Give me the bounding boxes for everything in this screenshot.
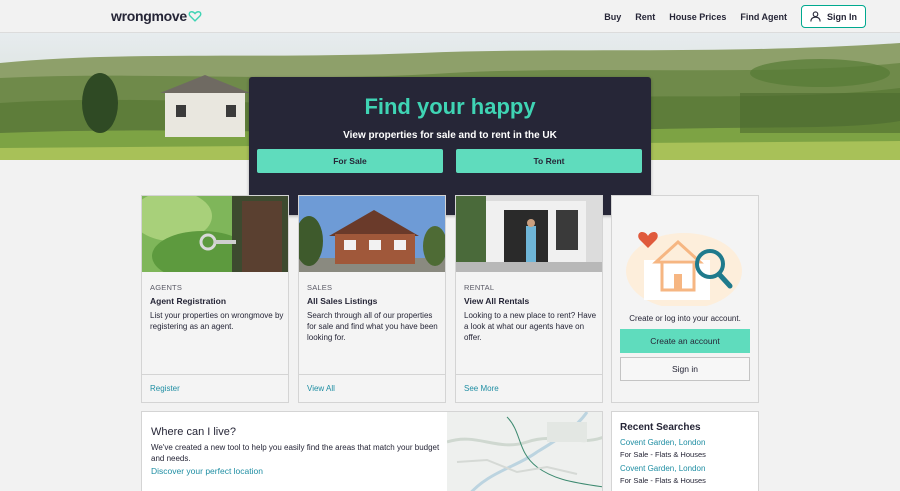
register-link[interactable]: Register	[150, 384, 180, 393]
account-card: Create or log into your account. Create …	[611, 195, 759, 403]
key-in-door-image	[142, 196, 288, 272]
house-search-illustration	[626, 232, 742, 306]
recent-search-location[interactable]: Covent Garden, London	[620, 464, 706, 473]
see-more-link[interactable]: See More	[464, 384, 499, 393]
hero-title: Find your happy	[364, 94, 536, 119]
card-image-house	[299, 196, 445, 272]
user-icon	[810, 11, 821, 22]
card-description: List your properties on wrongmove by reg…	[150, 311, 284, 331]
nav-house-prices[interactable]: House Prices	[669, 12, 726, 22]
card-footer: See More	[456, 374, 602, 402]
rental-card: RENTAL View All Rentals Looking to a new…	[455, 195, 603, 403]
where-can-i-live-panel: Where can I live? We've created a new to…	[141, 411, 603, 491]
card-footer: View All	[299, 374, 445, 402]
where-description: We've created a new tool to help you eas…	[151, 443, 440, 463]
to-rent-button[interactable]: To Rent	[456, 149, 642, 173]
logo[interactable]: wrongmove	[111, 8, 202, 24]
card-footer: Register	[142, 374, 288, 402]
map-thumbnail	[447, 412, 602, 491]
view-all-link[interactable]: View All	[307, 384, 335, 393]
discover-location-link[interactable]: Discover your perfect location	[151, 466, 263, 476]
brick-house-image	[299, 196, 445, 272]
recent-search-type: For Sale - Flats & Houses	[620, 476, 706, 485]
sales-card: SALES All Sales Listings Search through …	[298, 195, 446, 403]
heart-logo-icon	[188, 11, 202, 22]
card-category: SALES	[307, 283, 333, 292]
recent-search-location[interactable]: Covent Garden, London	[620, 438, 706, 447]
card-category: AGENTS	[150, 283, 183, 292]
agents-card: AGENTS Agent Registration List your prop…	[141, 195, 289, 403]
recent-search-item[interactable]: Covent Garden, London For Sale - Flats &…	[620, 464, 706, 485]
card-title: Agent Registration	[150, 296, 227, 306]
nav-find-agent[interactable]: Find Agent	[740, 12, 787, 22]
card-description: Search through all of our properties for…	[307, 311, 438, 342]
nav-buy[interactable]: Buy	[604, 12, 621, 22]
recent-search-type: For Sale - Flats & Houses	[620, 450, 706, 459]
recent-search-item[interactable]: Covent Garden, London For Sale - Flats &…	[620, 438, 706, 459]
main-nav: Buy Rent House Prices Find Agent Sign In	[604, 5, 866, 28]
modern-house-image	[456, 196, 602, 272]
account-prompt: Create or log into your account.	[629, 314, 741, 323]
create-account-button[interactable]: Create an account	[620, 329, 750, 353]
card-image-key	[142, 196, 288, 272]
recent-searches-title: Recent Searches	[620, 422, 701, 433]
card-title: View All Rentals	[464, 296, 530, 306]
nav-rent[interactable]: Rent	[635, 12, 655, 22]
site-header: wrongmove Buy Rent House Prices Find Age…	[0, 0, 900, 33]
recent-searches-panel: Recent Searches Covent Garden, London Fo…	[611, 411, 759, 491]
logo-text: wrongmove	[111, 8, 187, 24]
for-sale-button[interactable]: For Sale	[257, 149, 443, 173]
signin-label: Sign In	[827, 11, 857, 22]
card-category: RENTAL	[464, 283, 495, 292]
card-title: All Sales Listings	[307, 296, 378, 306]
hero-subtitle: View properties for sale and to rent in …	[343, 130, 557, 141]
signin-button[interactable]: Sign in	[620, 357, 750, 381]
card-description: Looking to a new place to rent? Have a l…	[464, 311, 597, 342]
where-title: Where can I live?	[151, 426, 236, 438]
header-signin-button[interactable]: Sign In	[801, 5, 866, 28]
card-image-rental	[456, 196, 602, 272]
